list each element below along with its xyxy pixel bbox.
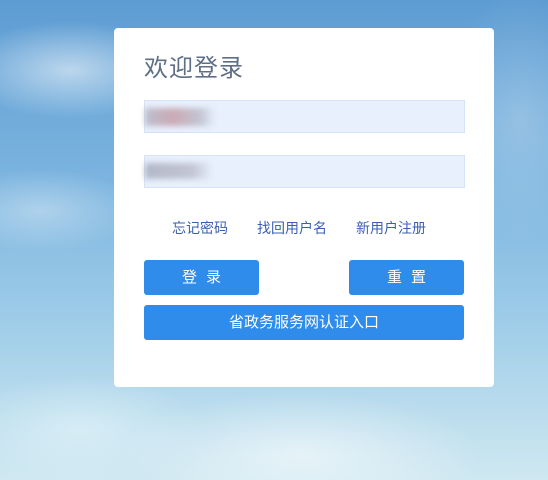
username-field-wrapper [144, 100, 465, 133]
password-field-wrapper [144, 155, 465, 188]
forgot-password-link[interactable]: 忘记密码 [172, 218, 228, 238]
login-card: 欢迎登录 忘记密码 找回用户名 新用户注册 登录 重置 省政务服务网认证入口 [114, 28, 494, 387]
password-blurred-value [145, 163, 213, 179]
gov-auth-button[interactable]: 省政务服务网认证入口 [144, 305, 464, 340]
register-link[interactable]: 新用户注册 [356, 218, 426, 238]
recover-username-link[interactable]: 找回用户名 [257, 218, 327, 238]
login-title: 欢迎登录 [144, 54, 244, 82]
username-blurred-value [145, 108, 215, 126]
reset-button[interactable]: 重置 [349, 260, 464, 295]
login-button[interactable]: 登录 [144, 260, 259, 295]
